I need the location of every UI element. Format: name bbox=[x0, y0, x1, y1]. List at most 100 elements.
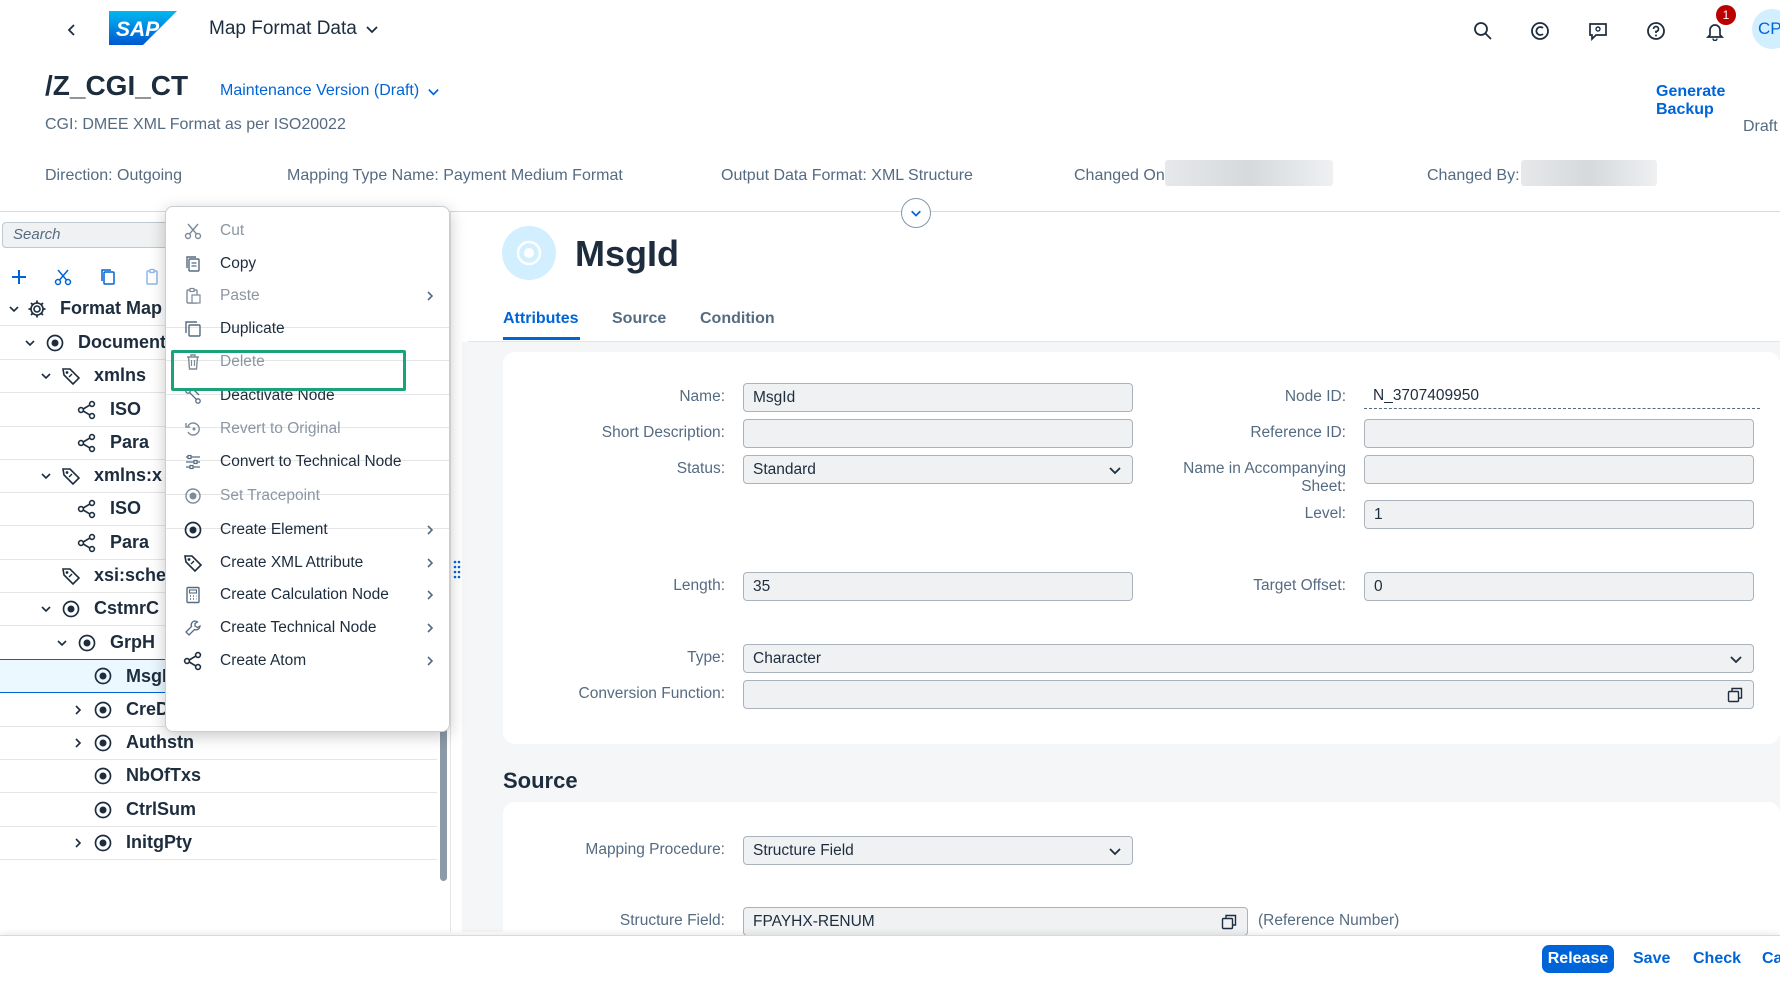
search-button[interactable] bbox=[1468, 16, 1498, 46]
atom-icon bbox=[182, 650, 204, 672]
duplicate-icon bbox=[182, 318, 204, 340]
collapse-header-button[interactable] bbox=[901, 198, 931, 228]
tag-icon bbox=[182, 552, 204, 574]
tree-row-label: xmlns bbox=[94, 365, 147, 385]
tree-row[interactable]: CtrlSum bbox=[0, 793, 437, 827]
save-button[interactable]: Save bbox=[1633, 950, 1670, 968]
reference-id-field[interactable] bbox=[1364, 419, 1754, 448]
menu-item-create-calculation-node[interactable]: Create Calculation Node bbox=[166, 576, 449, 613]
header-direction: Direction: Outgoing bbox=[45, 167, 182, 184]
avatar[interactable]: CP bbox=[1752, 9, 1780, 49]
value-help-icon[interactable] bbox=[1221, 914, 1237, 930]
conversion-function-field[interactable] bbox=[743, 680, 1754, 709]
paste-node-button[interactable] bbox=[140, 264, 166, 290]
pane-splitter[interactable] bbox=[452, 554, 462, 584]
tree-row-label: Para bbox=[110, 432, 150, 452]
tree-search-input[interactable]: Search bbox=[2, 222, 172, 248]
structure-field-label: Structure Field: bbox=[619, 912, 725, 929]
status-label: Status: bbox=[676, 460, 725, 477]
level-field[interactable]: 1 bbox=[1364, 500, 1754, 529]
sap-logo[interactable]: SAP bbox=[109, 11, 177, 45]
expand-toggle-icon[interactable] bbox=[70, 835, 86, 851]
help-button[interactable] bbox=[1641, 16, 1671, 46]
short-description-field[interactable] bbox=[743, 419, 1133, 448]
menu-item-create-atom[interactable]: Create Atom bbox=[166, 642, 449, 679]
type-value: Character bbox=[753, 650, 822, 667]
tree-scrollbar-thumb[interactable] bbox=[440, 717, 447, 881]
chevron-right-icon bbox=[423, 621, 437, 635]
tree-row-label: Document bbox=[78, 332, 167, 352]
collapse-toggle-icon[interactable] bbox=[38, 601, 54, 617]
value-help-icon[interactable] bbox=[1727, 687, 1743, 703]
menu-item-label: Convert to Technical Node bbox=[220, 452, 402, 470]
check-button[interactable]: Check bbox=[1693, 950, 1741, 968]
header-mapping-type: Mapping Type Name: Payment Medium Format bbox=[287, 167, 623, 184]
version-selector[interactable]: Maintenance Version (Draft) bbox=[220, 82, 440, 100]
name-in-sheet-label-line2: Sheet: bbox=[1301, 478, 1346, 495]
generate-backup-link[interactable]: Generate Backup bbox=[1656, 83, 1780, 119]
scissors-icon bbox=[182, 220, 204, 242]
chevron-down-icon bbox=[911, 210, 921, 217]
collapse-toggle-icon[interactable] bbox=[54, 635, 70, 651]
structure-field-input[interactable]: FPAYHX-RENUM bbox=[743, 907, 1248, 936]
collapse-toggle-icon[interactable] bbox=[38, 368, 54, 384]
element-icon bbox=[92, 765, 114, 787]
tree-row-label: CtrlSum bbox=[126, 799, 197, 819]
cut-node-button[interactable] bbox=[50, 264, 76, 290]
tree-row-label: xsi:sche bbox=[94, 565, 167, 585]
grip-icon bbox=[453, 560, 461, 579]
type-select[interactable]: Character bbox=[743, 644, 1754, 673]
chevron-down-icon bbox=[428, 88, 439, 95]
cancel-button[interactable]: Ca bbox=[1762, 950, 1780, 968]
tree-row-label: ISO bbox=[110, 399, 142, 419]
mapping-procedure-select[interactable]: Structure Field bbox=[743, 836, 1133, 865]
chevron-right-icon bbox=[423, 523, 437, 537]
menu-item-create-technical-node[interactable]: Create Technical Node bbox=[166, 609, 449, 646]
wrench-icon bbox=[182, 617, 204, 639]
collapse-toggle-icon[interactable] bbox=[22, 335, 38, 351]
status-select[interactable]: Standard bbox=[743, 455, 1133, 484]
header-changed-by: Changed By: bbox=[1427, 167, 1520, 184]
element-icon bbox=[76, 632, 98, 654]
tree-row[interactable]: InitgPty bbox=[0, 826, 437, 860]
back-button[interactable] bbox=[58, 16, 86, 44]
add-node-button[interactable] bbox=[6, 264, 32, 290]
menu-item-label: Paste bbox=[220, 286, 260, 304]
tree-row-label: ISO bbox=[110, 498, 142, 518]
joule-button[interactable] bbox=[1525, 16, 1555, 46]
copy-node-button[interactable] bbox=[95, 264, 121, 290]
target-offset-field[interactable]: 0 bbox=[1364, 572, 1754, 601]
name-field[interactable]: MsgId bbox=[743, 383, 1133, 412]
chevron-left-icon bbox=[67, 24, 75, 36]
menu-item-convert-to-technical-node[interactable]: Convert to Technical Node bbox=[166, 443, 449, 480]
expand-toggle-icon[interactable] bbox=[70, 702, 86, 718]
tree-row[interactable]: NbOfTxs bbox=[0, 759, 437, 793]
tag-icon bbox=[60, 365, 82, 387]
node-id-label: Node ID: bbox=[1284, 388, 1346, 405]
tab-attributes[interactable]: Attributes bbox=[503, 310, 579, 328]
chevron-right-icon bbox=[423, 588, 437, 602]
chevron-down-icon bbox=[366, 26, 378, 34]
mapping-procedure-label: Mapping Procedure: bbox=[585, 841, 725, 858]
feedback-button[interactable] bbox=[1583, 16, 1613, 46]
type-label: Type: bbox=[687, 649, 725, 666]
status-value: Standard bbox=[753, 461, 816, 478]
app-title-menu[interactable]: Map Format Data bbox=[209, 18, 379, 40]
collapse-toggle-icon[interactable] bbox=[6, 301, 22, 317]
name-in-sheet-field[interactable] bbox=[1364, 455, 1754, 484]
collapse-toggle-icon[interactable] bbox=[38, 468, 54, 484]
header-changed-on: Changed On: bbox=[1074, 167, 1170, 184]
name-label: Name: bbox=[679, 388, 725, 405]
release-button[interactable]: Release bbox=[1542, 945, 1614, 973]
menu-item-create-element[interactable]: Create Element bbox=[166, 511, 449, 548]
structure-field-description: (Reference Number) bbox=[1258, 912, 1400, 929]
expand-toggle-icon[interactable] bbox=[70, 735, 86, 751]
tab-source[interactable]: Source bbox=[612, 310, 666, 328]
notification-badge: 1 bbox=[1716, 5, 1736, 25]
tab-condition[interactable]: Condition bbox=[700, 310, 775, 328]
tree-row-label: xmlns:x bbox=[94, 465, 163, 485]
tree-row-label: CstmrC bbox=[94, 598, 160, 618]
menu-item-duplicate[interactable]: Duplicate bbox=[166, 310, 449, 347]
length-field[interactable]: 35 bbox=[743, 572, 1133, 601]
joule-icon bbox=[1531, 22, 1549, 40]
